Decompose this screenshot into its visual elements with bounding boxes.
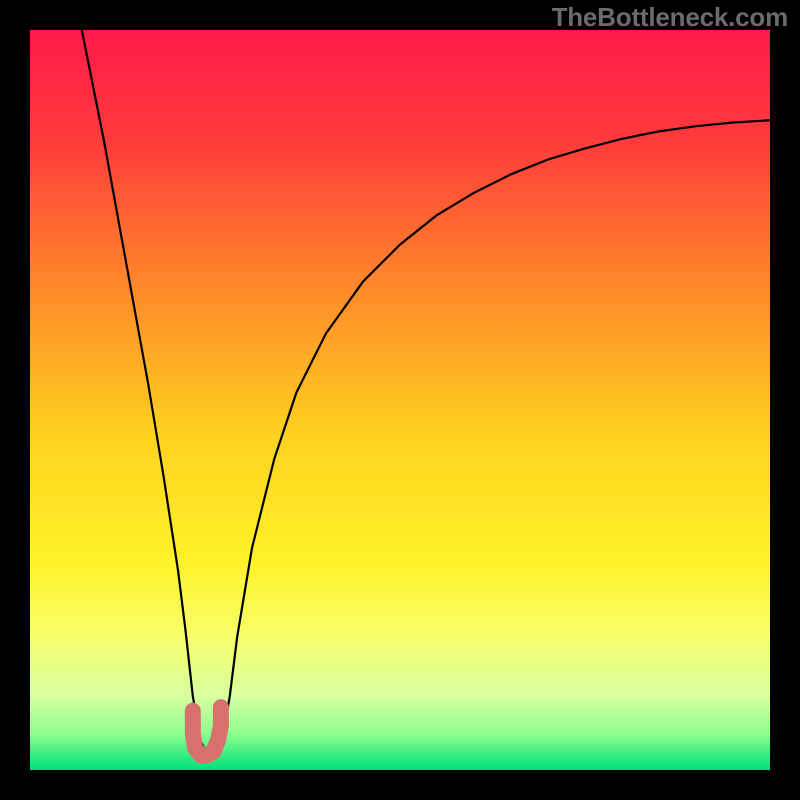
chart-svg [30, 30, 770, 770]
plot-area [30, 30, 770, 770]
chart-frame: TheBottleneck.com [0, 0, 800, 800]
watermark-label: TheBottleneck.com [552, 2, 788, 33]
gradient-rect [30, 30, 770, 770]
